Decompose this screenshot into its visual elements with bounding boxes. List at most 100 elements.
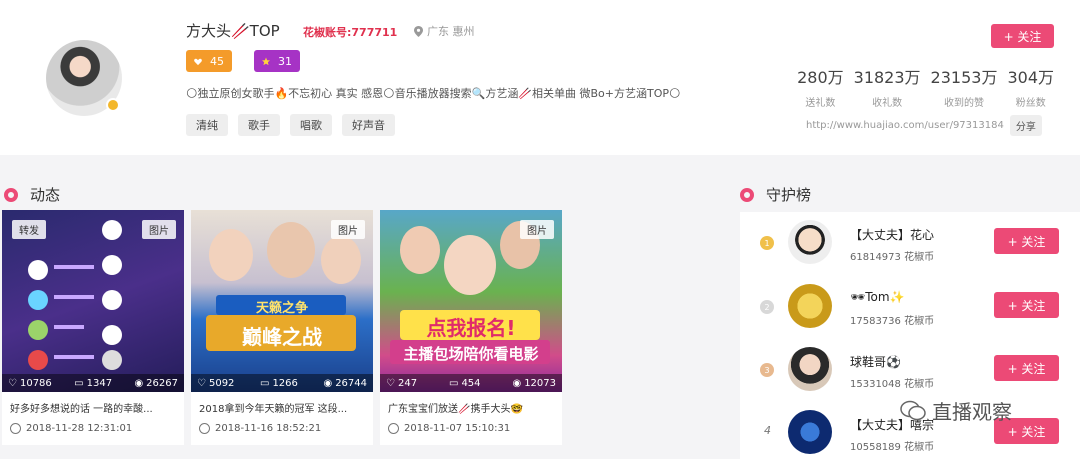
card-caption[interactable]: 广东宝宝们放送🥢携手大头🤓 <box>380 392 562 415</box>
views-count: 26744 <box>335 377 367 389</box>
image-label: 图片 <box>520 220 554 239</box>
stat-value: 280万 <box>797 68 844 87</box>
stat-fans: 304万 粉丝数 <box>1007 64 1054 109</box>
guard-title-text: 守护榜 <box>766 186 812 204</box>
likes-count: 5092 <box>208 377 235 389</box>
guard-coins: 15331048 花椒币 <box>850 379 935 390</box>
guard-coins: 61814973 花椒币 <box>850 252 935 263</box>
flower-id: 花椒账号:777711 <box>303 26 398 39</box>
card-time: 2018-11-16 18:52:21 <box>191 415 373 434</box>
clock-icon <box>10 423 21 434</box>
stat-value: 304万 <box>1007 68 1054 87</box>
clock-icon <box>199 423 210 434</box>
guard-section-title: 守护榜 <box>740 184 811 205</box>
guard-row[interactable]: 1 【大丈夫】花心 61814973 花椒币 + 关注 <box>740 212 1080 272</box>
level-value: 45 <box>210 54 224 68</box>
guard-name[interactable]: 【大丈夫】花心 <box>850 226 934 243</box>
image-label: 图片 <box>331 220 365 239</box>
tag[interactable]: 好声音 <box>342 114 395 136</box>
follow-button[interactable]: + 关注 <box>994 355 1059 381</box>
feed-thumbnail[interactable]: 图片 点我报名! 主播包场陪你看电影 ♡ 247 ▭ 454 ◉ 12073 <box>380 210 562 392</box>
star-icon <box>262 57 270 65</box>
guard-avatar[interactable] <box>788 410 832 454</box>
clock-icon <box>388 423 399 434</box>
watermark-text: 直播观察 <box>932 400 1012 424</box>
card-caption[interactable]: 好多好多想说的话 一路的幸酸... <box>2 392 184 415</box>
comments: ▭ 1266 <box>259 377 298 389</box>
stat-likes: 23153万 收到的赞 <box>931 64 998 109</box>
poster-main-text: 巅峰之战 <box>242 325 322 349</box>
likes: ♡ 5092 <box>197 377 235 389</box>
comments-count: 1347 <box>86 377 113 389</box>
feed-thumbnail[interactable]: 转发 图片 ♡ 10786 ▭ 1347 ◉ 26267 <box>2 210 184 392</box>
location: 广东 惠州 <box>414 23 475 39</box>
guard-avatar[interactable] <box>788 220 832 264</box>
tag[interactable]: 清纯 <box>186 114 228 136</box>
tag-list: 清纯 歌手 唱歌 好声音 <box>186 114 395 136</box>
rank-badge: 1 <box>760 236 774 250</box>
guard-coins: 17583736 花椒币 <box>850 316 935 327</box>
comments-count: 1266 <box>272 377 298 389</box>
likes-count: 247 <box>397 377 418 389</box>
stat-value: 31823万 <box>853 68 921 87</box>
rank-number: 4 <box>764 424 771 437</box>
poster-main-text: 主播包场陪你看电影 <box>403 345 539 363</box>
profile-stats: 280万 送礼数 31823万 收礼数 23153万 收到的赞 304万 粉丝数 <box>797 64 1054 109</box>
card-time-text: 2018-11-07 15:10:31 <box>404 423 511 434</box>
verified-badge-icon <box>106 98 120 112</box>
repost-label: 转发 <box>12 220 46 239</box>
stat-label: 收到的赞 <box>944 98 984 109</box>
profile-card: 方大头🥢TOP 花椒账号:777711 广东 惠州 45 31 🌕独立原创女歌手… <box>0 0 1080 155</box>
location-pin-icon <box>414 25 423 37</box>
feed-card[interactable]: 转发 图片 ♡ 10786 ▭ 1347 ◉ 26267 好多好多想说的话 一路… <box>2 210 184 445</box>
card-caption[interactable]: 2018拿到今年天籁的冠军 这段... <box>191 392 373 415</box>
guard-avatar[interactable] <box>788 284 832 328</box>
follow-button[interactable]: + 关注 <box>994 292 1059 318</box>
guard-name[interactable]: 🕶Tom✨ <box>850 290 905 304</box>
follow-button[interactable]: + 关注 <box>991 24 1054 48</box>
views: ◉ 26744 <box>323 377 367 389</box>
guard-avatar[interactable] <box>788 347 832 391</box>
stat-value: 23153万 <box>930 68 998 87</box>
feed-card[interactable]: 图片 点我报名! 主播包场陪你看电影 ♡ 247 ▭ 454 ◉ 12073 广… <box>380 210 562 445</box>
card-time-text: 2018-11-28 12:31:01 <box>26 423 133 434</box>
views-count: 12073 <box>524 377 556 389</box>
star-badge: 31 <box>254 50 300 72</box>
heart-icon <box>194 58 202 65</box>
follow-button[interactable]: + 关注 <box>994 228 1059 254</box>
likes: ♡ 247 <box>386 377 418 389</box>
stat-label: 收礼数 <box>872 98 903 109</box>
rank-badge: 2 <box>760 300 774 314</box>
stat-gifts-sent: 280万 送礼数 <box>797 64 844 109</box>
guard-name[interactable]: 球鞋哥⚽ <box>850 353 901 370</box>
ring-icon <box>4 187 18 202</box>
watermark: 直播观察 <box>900 396 1012 425</box>
tag[interactable]: 歌手 <box>238 114 280 136</box>
star-value: 31 <box>278 54 292 68</box>
comments: ▭ 454 <box>448 377 481 389</box>
level-badge: 45 <box>186 50 232 72</box>
profile-name: 方大头🥢TOP <box>186 22 280 40</box>
profile-url-row: http://www.huajiao.com/user/97313184 分享 <box>806 115 1042 136</box>
ring-icon <box>740 187 754 202</box>
views: ◉ 12073 <box>512 377 556 389</box>
profile-url[interactable]: http://www.huajiao.com/user/97313184 <box>806 120 1004 131</box>
feed-card[interactable]: 图片 天籁之争 巅峰之战 ♡ 5092 ▭ 1266 ◉ 26744 2018拿… <box>191 210 373 445</box>
feed-title-text: 动态 <box>30 186 61 204</box>
image-label: 图片 <box>142 220 176 239</box>
share-button[interactable]: 分享 <box>1009 115 1042 136</box>
comments-count: 454 <box>461 377 481 389</box>
poster-headline: 点我报名! <box>426 316 516 340</box>
stat-label: 粉丝数 <box>1015 98 1046 109</box>
guard-coins: 10558189 花椒币 <box>850 442 935 453</box>
feed-section-title: 动态 <box>4 184 60 205</box>
card-time: 2018-11-07 15:10:31 <box>380 415 562 434</box>
stat-gifts-received: 31823万 收礼数 <box>854 64 921 109</box>
guard-row[interactable]: 2 🕶Tom✨ 17583736 花椒币 + 关注 <box>740 276 1080 336</box>
profile-bio: 🌕独立原创女歌手🔥不忘初心 真实 感恩🌕音乐播放器搜索🔍方艺涵🥢相关单曲 微Bo… <box>186 87 681 100</box>
stat-label: 送礼数 <box>805 98 836 109</box>
guard-row[interactable]: 3 球鞋哥⚽ 15331048 花椒币 + 关注 <box>740 339 1080 399</box>
feed-thumbnail[interactable]: 图片 天籁之争 巅峰之战 ♡ 5092 ▭ 1266 ◉ 26744 <box>191 210 373 392</box>
wechat-icon <box>900 400 926 420</box>
tag[interactable]: 唱歌 <box>290 114 332 136</box>
